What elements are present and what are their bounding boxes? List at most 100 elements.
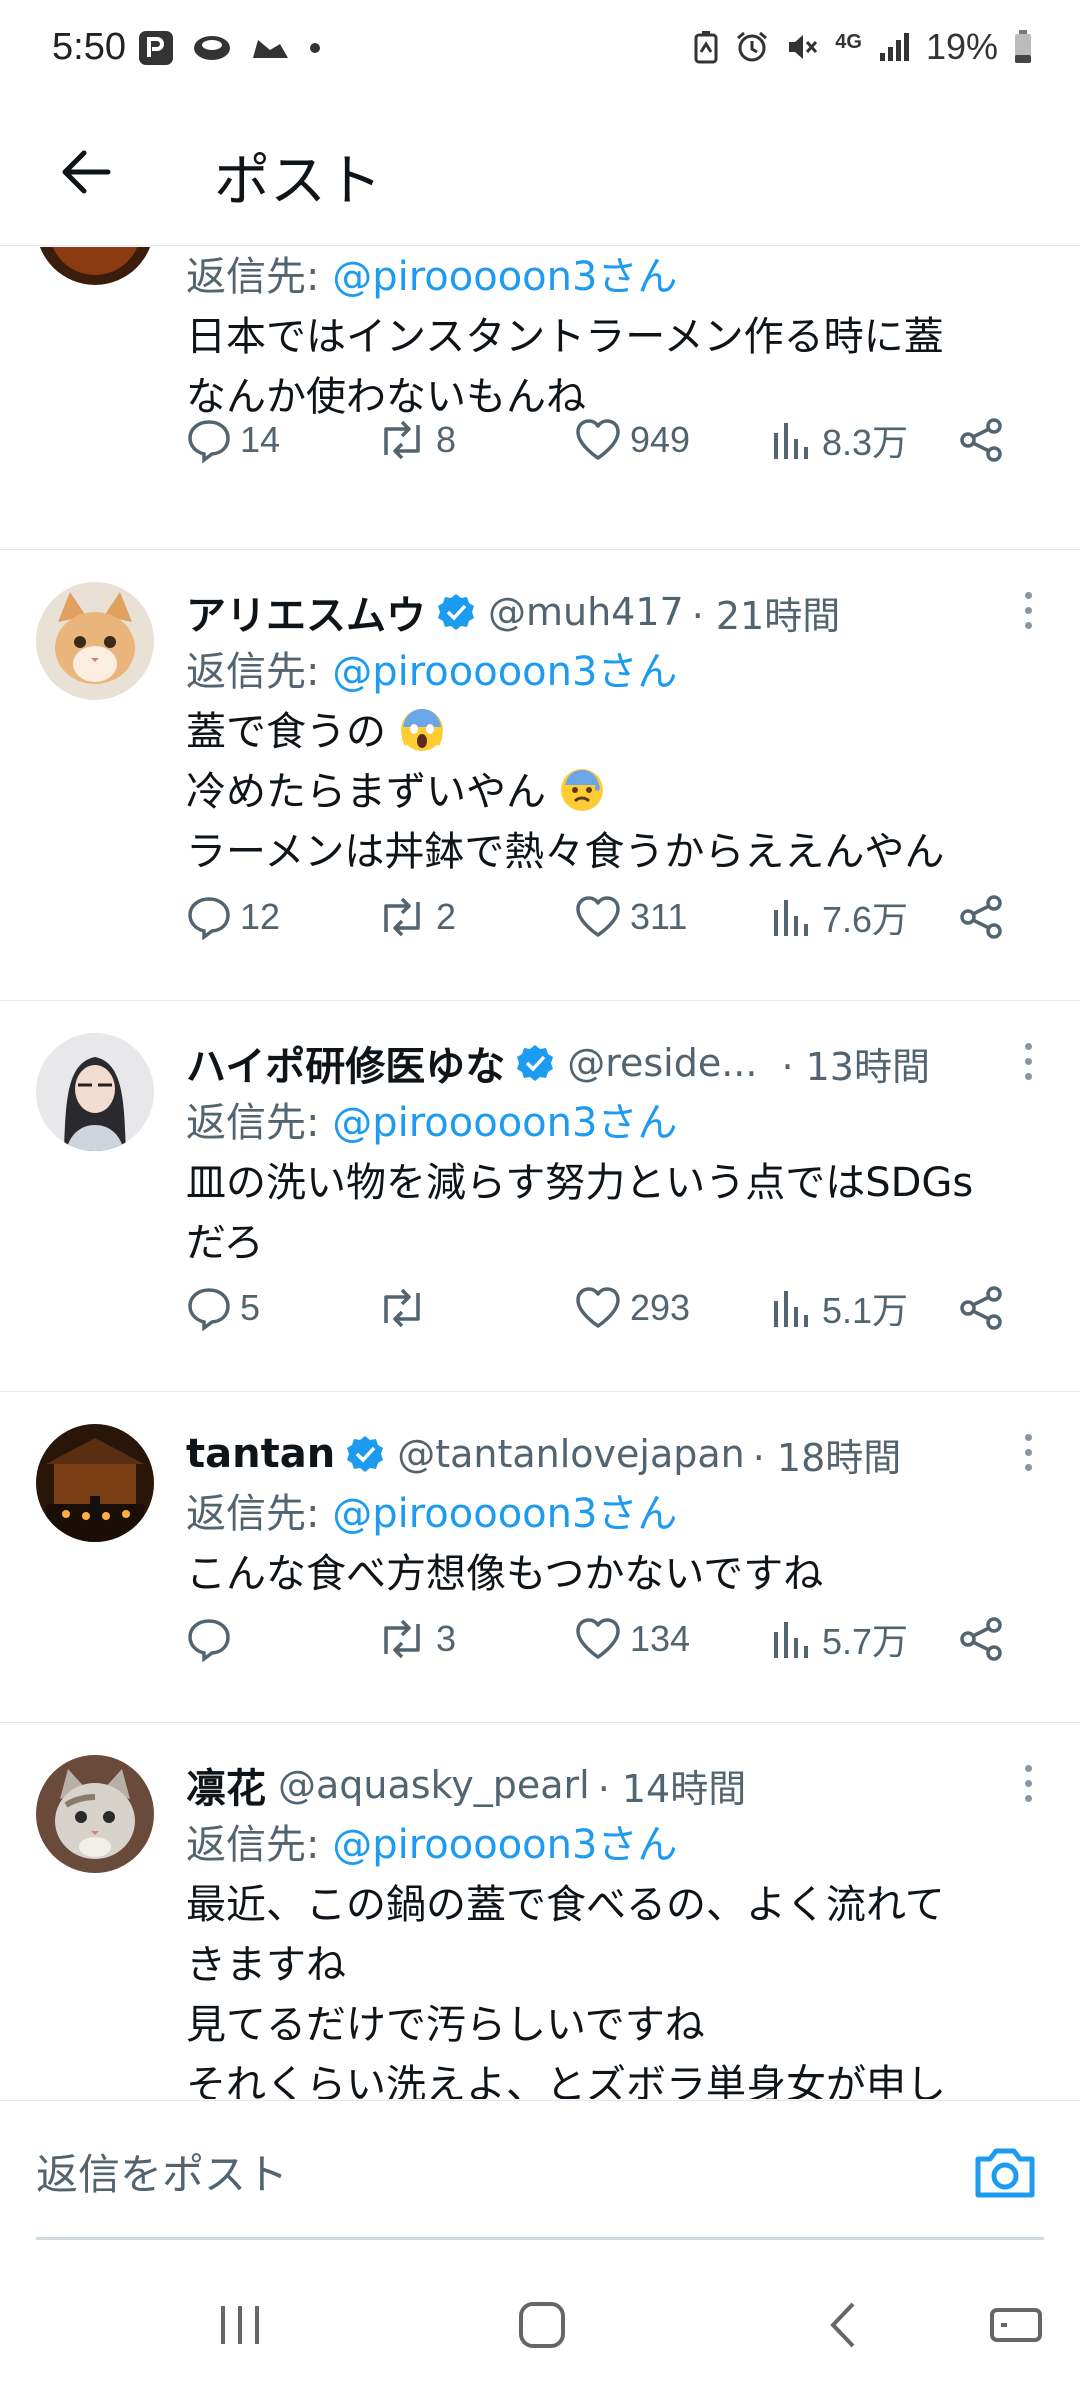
share-button[interactable]: [958, 1278, 1012, 1338]
views-button[interactable]: 5.7万: [770, 1609, 908, 1669]
alarm-icon: [735, 30, 769, 64]
post-time: · 13時間: [781, 1044, 930, 1089]
share-button[interactable]: [958, 410, 1012, 470]
signal-icon: [878, 31, 910, 63]
page-title: ポスト: [214, 149, 382, 214]
reply-button[interactable]: 14: [186, 410, 280, 470]
like-button[interactable]: 134: [574, 1609, 690, 1669]
reply-to-handle[interactable]: @pirooooon3さん: [332, 1491, 677, 1537]
like-count: 134: [630, 1618, 691, 1659]
share-icon: [960, 418, 1002, 462]
reply-to: 返信先: @pirooooon3さん: [186, 1484, 1040, 1544]
share-button[interactable]: [958, 887, 1012, 947]
reply-button[interactable]: [186, 1609, 240, 1669]
back-icon: [830, 2302, 855, 2348]
post-text: 蓋で食うの: [186, 709, 386, 755]
anxious-face-emoji-icon: [560, 769, 603, 811]
post-text-line: 皿の洗い物を減らす努力という点ではSDGs: [186, 1160, 974, 1206]
battery-percent: 19%: [925, 26, 998, 67]
post-item[interactable]: アリエスムウ @muh417 · 21時間 返信先: @pirooooon3さん…: [0, 550, 1080, 1001]
system-status: 4G 19%: [693, 26, 1032, 68]
like-button[interactable]: 949: [574, 410, 690, 470]
reply-to: 返信先: @pirooooon3さん: [186, 1815, 1040, 1875]
author-handle[interactable]: @tantanlovejapan: [397, 1432, 745, 1476]
verified-badge-icon: [438, 594, 474, 630]
reply-count: 12: [240, 896, 281, 937]
post-item[interactable]: 返信先: @pirooooon3さん 日本ではインスタントラーメン作る時に蓋 な…: [0, 247, 1080, 550]
repost-button[interactable]: 3: [376, 1609, 456, 1669]
share-button[interactable]: [958, 1609, 1012, 1669]
post-item[interactable]: 凛花 @aquasky_pearl · 14時間 返信先: @pirooooon…: [0, 1723, 1080, 2099]
post-text-line: それくらい洗えよ、とズボラ単身女が申し: [186, 2062, 946, 2099]
more-options-icon[interactable]: [1016, 580, 1040, 640]
home-button[interactable]: [502, 2290, 582, 2360]
reply-to-handle[interactable]: @pirooooon3さん: [332, 254, 677, 300]
repost-icon: [384, 420, 420, 460]
avatar[interactable]: [36, 247, 154, 285]
avatar[interactable]: [36, 1424, 154, 1542]
reply-to-handle[interactable]: @pirooooon3さん: [332, 649, 677, 695]
views-button[interactable]: 5.1万: [770, 1278, 908, 1338]
avatar[interactable]: [36, 1033, 154, 1151]
heart-icon: [576, 419, 620, 460]
views-chart-icon: [774, 423, 808, 459]
reply-to-handle[interactable]: @pirooooon3さん: [332, 1822, 677, 1868]
author-row: アリエスムウ @muh417 · 21時間: [186, 582, 1040, 642]
reply-to-handle[interactable]: @pirooooon3さん: [332, 1100, 677, 1146]
keyboard-icon: [990, 2308, 1042, 2342]
verified-badge-icon: [347, 1436, 384, 1472]
sneaker-icon: [250, 32, 290, 64]
author-name[interactable]: ハイポ研修医ゆな: [186, 1034, 505, 1092]
repost-button[interactable]: [376, 1278, 436, 1338]
reply-to-prefix: 返信先:: [186, 254, 333, 300]
post-item[interactable]: ハイポ研修医ゆな @reside... · 13時間 返信先: @piroooo…: [0, 1001, 1080, 1392]
reply-input[interactable]: 返信をポスト: [36, 2141, 288, 2202]
verified-badge-icon: [517, 1045, 554, 1081]
avatar[interactable]: [36, 1755, 154, 1873]
post-text-line: こんな食べ方想像もつかないですね: [186, 1551, 824, 1597]
camera-button[interactable]: [970, 2137, 1040, 2207]
repost-count: 8: [436, 419, 457, 460]
author-name[interactable]: アリエスムウ: [186, 583, 426, 641]
more-options-icon[interactable]: [1016, 1422, 1040, 1482]
home-icon: [519, 2302, 565, 2348]
avatar[interactable]: [36, 582, 154, 700]
recent-apps-button[interactable]: [200, 2290, 280, 2360]
reply-button[interactable]: 12: [186, 887, 280, 947]
repost-button[interactable]: 2: [376, 887, 456, 947]
repost-count: 2: [436, 896, 457, 937]
system-nav-bar: [0, 2250, 1080, 2400]
more-options-icon[interactable]: [1016, 1031, 1040, 1091]
author-name[interactable]: tantan: [186, 1431, 335, 1477]
post-text-line: 最近、この鍋の蓋で食べるの、よく流れて: [186, 1882, 945, 1928]
view-count: 8.3万: [822, 422, 909, 463]
reply-button[interactable]: 5: [186, 1278, 260, 1338]
author-handle[interactable]: @reside...: [567, 1041, 757, 1085]
reply-to: 返信先: @pirooooon3さん: [186, 642, 1040, 702]
views-button[interactable]: 8.3万: [770, 410, 908, 470]
keyboard-button[interactable]: [976, 2290, 1056, 2360]
author-handle[interactable]: @aquasky_pearl: [278, 1763, 590, 1807]
post-time: · 14時間: [597, 1766, 747, 1811]
repost-icon: [384, 1619, 420, 1659]
more-options-icon[interactable]: [1016, 1753, 1040, 1813]
like-button[interactable]: 311: [574, 887, 687, 947]
dot-icon: [308, 41, 322, 55]
repost-button[interactable]: 8: [376, 410, 456, 470]
author-handle[interactable]: @muh417: [488, 590, 684, 634]
like-button[interactable]: 293: [574, 1278, 690, 1338]
reply-icon: [188, 897, 230, 940]
post-item[interactable]: tantan @tantanlovejapan · 18時間 返信先: @pir…: [0, 1392, 1080, 1723]
post-text: 冷めたらまずいやん: [186, 769, 546, 815]
view-count: 5.7万: [822, 1621, 909, 1662]
author-name[interactable]: 凛花: [186, 1756, 266, 1814]
post-actions: 12 2 311 7.6万: [186, 887, 1016, 947]
post-time: · 18時間: [752, 1435, 902, 1480]
arrow-left-icon: [62, 150, 111, 194]
reply-icon: [188, 420, 230, 463]
share-icon: [960, 1286, 1002, 1330]
views-button[interactable]: 7.6万: [770, 887, 908, 947]
back-button[interactable]: [46, 132, 126, 212]
nav-back-button[interactable]: [806, 2290, 886, 2360]
reply-feed[interactable]: 返信先: @pirooooon3さん 日本ではインスタントラーメン作る時に蓋 な…: [0, 247, 1080, 2099]
